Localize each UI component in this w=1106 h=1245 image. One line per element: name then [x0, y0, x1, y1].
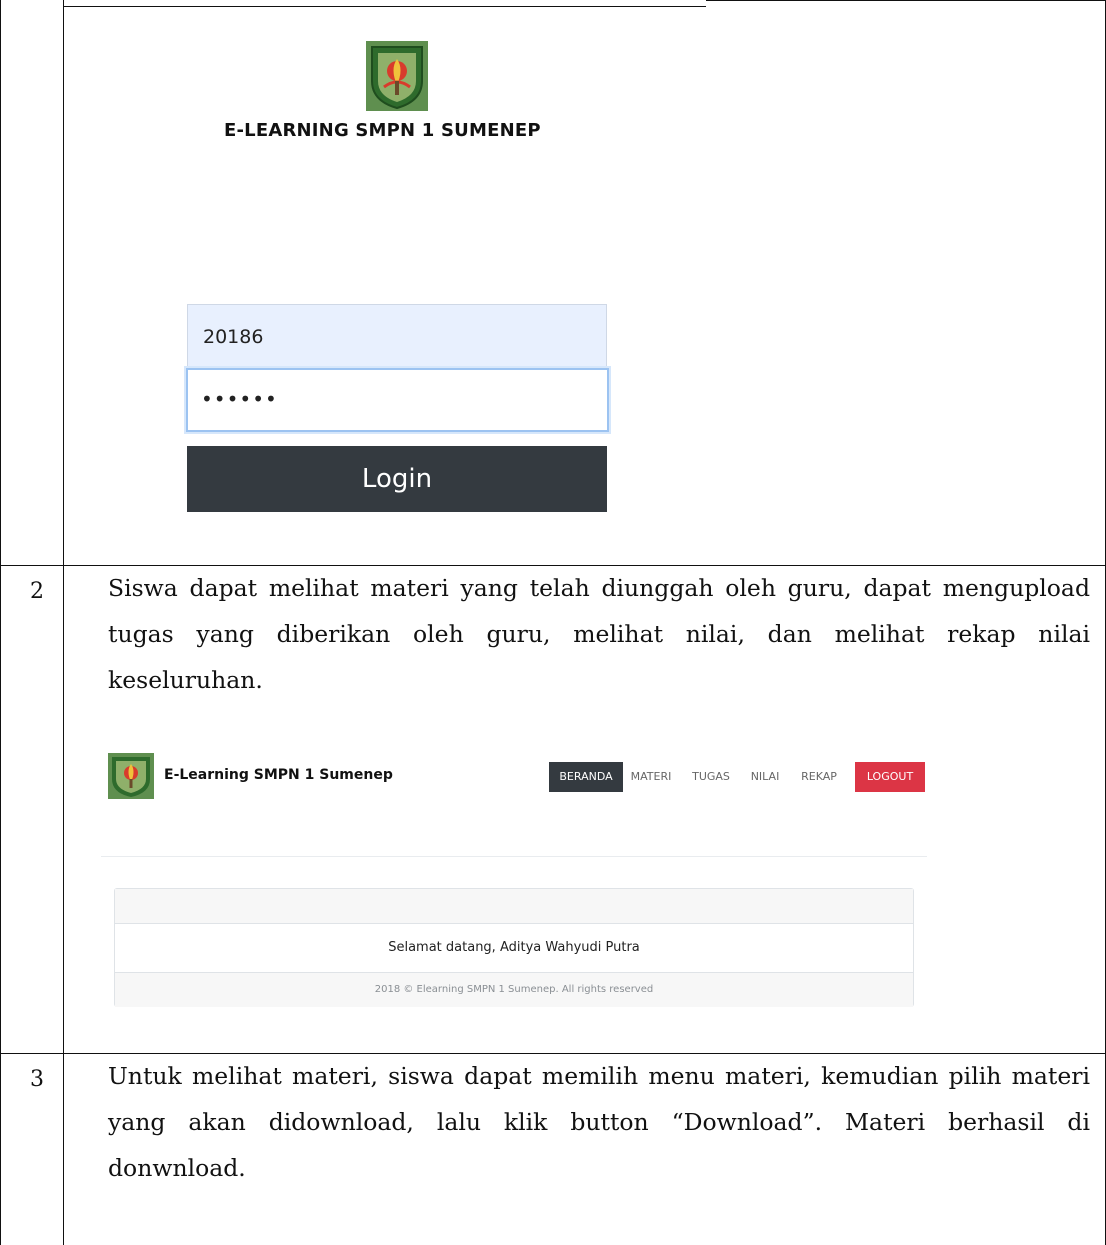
table-top-border-right	[706, 0, 1106, 1]
table-left-border	[0, 0, 1, 1245]
card-footer: 2018 © Elearning SMPN 1 Sumenep. All rig…	[115, 972, 913, 1007]
nav-rekap[interactable]: REKAP	[797, 762, 841, 792]
nav-materi[interactable]: MATERI	[628, 762, 674, 792]
divider	[101, 856, 927, 857]
app-brand: E-Learning SMPN 1 Sumenep	[164, 767, 393, 783]
table-column-divider	[63, 0, 64, 1245]
username-input[interactable]: 20186	[187, 304, 607, 368]
table-top-border	[63, 6, 706, 7]
card-header	[115, 889, 913, 924]
row-description: Siswa dapat melihat materi yang telah di…	[108, 574, 1090, 694]
login-button[interactable]: Login	[187, 446, 607, 512]
login-brand-title: E-LEARNING SMPN 1 SUMENEP	[224, 120, 541, 141]
nav-logout[interactable]: LOGOUT	[855, 762, 925, 792]
nav-tugas[interactable]: TUGAS	[690, 762, 732, 792]
welcome-card: Selamat datang, Aditya Wahyudi Putra 201…	[114, 888, 914, 1007]
nav-beranda[interactable]: BERANDA	[549, 762, 623, 792]
school-logo-icon	[108, 753, 154, 799]
row-description: Untuk melihat materi, siswa dapat memili…	[108, 1062, 1090, 1182]
school-logo-icon	[366, 41, 428, 111]
password-input[interactable]: ••••••	[186, 368, 609, 432]
nav-nilai[interactable]: NILAI	[747, 762, 783, 792]
welcome-message: Selamat datang, Aditya Wahyudi Putra	[388, 940, 640, 955]
row-number: 2	[30, 579, 44, 604]
row-number: 3	[30, 1067, 44, 1092]
